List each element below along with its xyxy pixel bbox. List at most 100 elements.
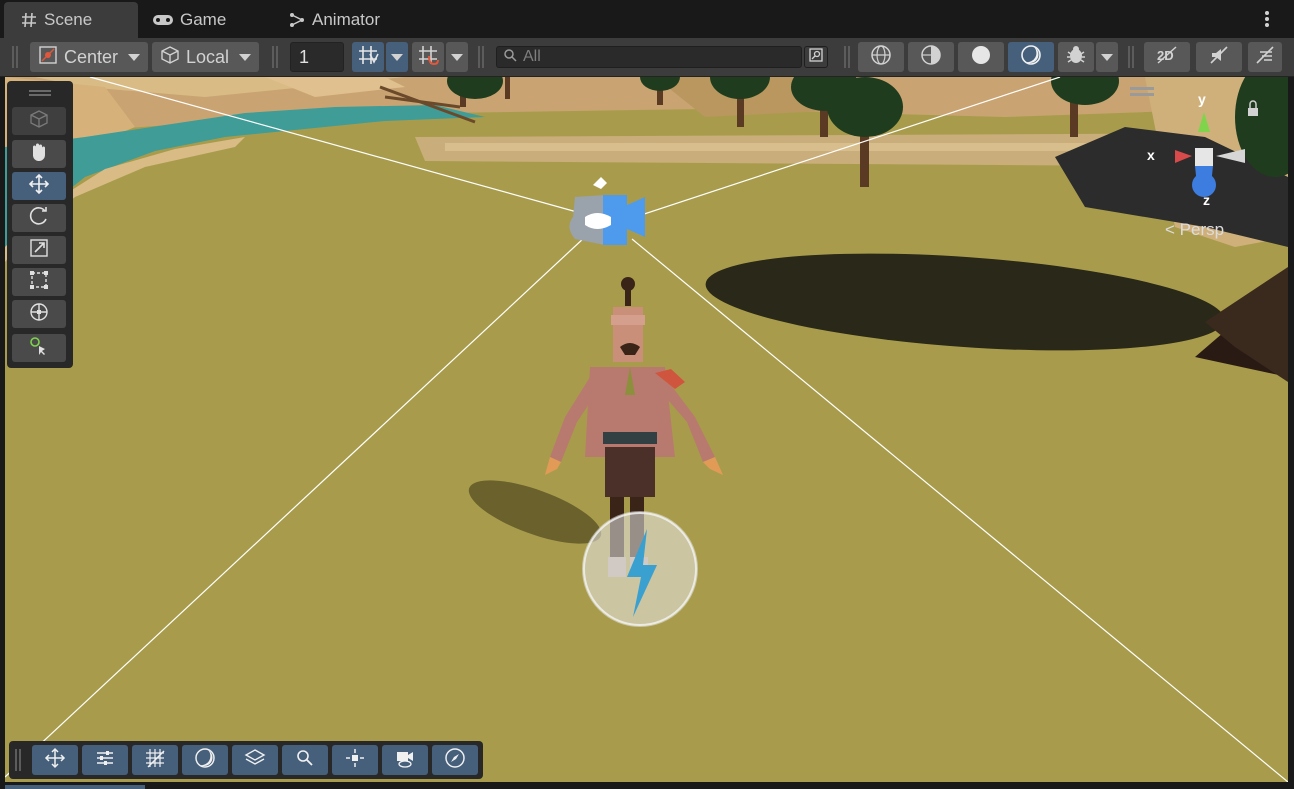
- toolbar-separator: [844, 46, 850, 68]
- shaded-wireframe-icon: [920, 44, 942, 71]
- tab-scene[interactable]: Scene: [4, 2, 138, 38]
- chevron-down-icon: [128, 53, 140, 61]
- grid-snap-icon: [357, 44, 379, 71]
- projection-toggle[interactable]: < Persp: [1165, 220, 1224, 240]
- audio-toggle-button[interactable]: [1196, 42, 1242, 72]
- audio-muted-icon: [1208, 44, 1230, 71]
- chevron-down-icon: [1101, 53, 1113, 61]
- custom-tool-icon: [28, 335, 50, 362]
- layers-overlay-button[interactable]: [232, 745, 278, 775]
- axis-z-label[interactable]: z: [1203, 192, 1210, 208]
- overlay-toolbar: [9, 741, 483, 779]
- hand-tool-button[interactable]: [12, 140, 66, 168]
- pivot-mode-label: Center: [64, 46, 119, 67]
- lighting-moon-icon: [1020, 44, 1042, 71]
- shaded-mode-button[interactable]: [958, 42, 1004, 72]
- grid-icon: [144, 747, 166, 774]
- overlay-grip-line: [29, 94, 51, 96]
- tab-scene-label: Scene: [44, 10, 93, 29]
- debug-draw-dropdown[interactable]: [1096, 42, 1118, 72]
- increment-snap-dropdown[interactable]: [446, 42, 468, 72]
- shaded-sphere-icon: [970, 44, 992, 71]
- camera-eye-icon: [394, 747, 416, 774]
- increment-snap-button[interactable]: [412, 42, 444, 72]
- custom-tool-button[interactable]: [12, 334, 66, 362]
- toolbar-grip[interactable]: [12, 46, 18, 68]
- scene-search-field[interactable]: All: [496, 46, 802, 68]
- pivot-center-icon: [38, 45, 58, 70]
- camera-overlay-button[interactable]: [382, 745, 428, 775]
- search-options-button[interactable]: [804, 46, 828, 68]
- pivot-mode-dropdown[interactable]: Center: [30, 42, 148, 72]
- navigation-overlay-button[interactable]: [432, 745, 478, 775]
- grid-snap-dropdown[interactable]: [386, 42, 408, 72]
- search-overlay-button[interactable]: [282, 745, 328, 775]
- audio-listener-gizmo: [582, 511, 698, 627]
- tool-settings-overlay-button[interactable]: [82, 745, 128, 775]
- chevron-down-icon: [239, 53, 251, 61]
- toolbar-separator: [1128, 46, 1134, 68]
- wireframe-mode-button[interactable]: [858, 42, 904, 72]
- wireframe-sphere-icon: [870, 44, 892, 71]
- bug-icon: [1065, 44, 1087, 71]
- grid-size-value: 1: [299, 46, 310, 67]
- view-tool-button[interactable]: [12, 107, 66, 135]
- rotate-icon: [28, 205, 50, 232]
- lighting-moon-icon: [194, 747, 216, 774]
- sliders-icon: [94, 747, 116, 774]
- overlay-toolbar-grip[interactable]: [15, 749, 21, 771]
- rotate-tool-button[interactable]: [12, 204, 66, 232]
- scale-tool-button[interactable]: [12, 236, 66, 264]
- scale-icon: [28, 237, 50, 264]
- debug-draw-mode-button[interactable]: [1058, 42, 1094, 72]
- axis-y-label[interactable]: y: [1198, 91, 1206, 107]
- layers-icon: [244, 747, 266, 774]
- grid-overlay-button[interactable]: [132, 745, 178, 775]
- cube-icon: [29, 109, 49, 134]
- tab-animator[interactable]: Animator: [288, 2, 380, 38]
- tab-game[interactable]: Game: [152, 2, 226, 38]
- frame-selected-overlay-button[interactable]: [332, 745, 378, 775]
- search-icon: [503, 48, 517, 67]
- rect-transform-icon: [28, 269, 50, 296]
- toolbar-separator: [272, 46, 278, 68]
- overlay-grip[interactable]: [29, 90, 51, 92]
- rect-tool-button[interactable]: [12, 268, 66, 296]
- toolbar-separator: [478, 46, 484, 68]
- grid-snap-button[interactable]: [352, 42, 384, 72]
- search-icon: [295, 748, 315, 773]
- local-cube-icon: [160, 45, 180, 70]
- chevron-left-icon: <: [1165, 220, 1175, 239]
- animator-icon: [288, 11, 306, 29]
- lighting-overlay-button[interactable]: [182, 745, 228, 775]
- increment-snap-icon: [417, 44, 439, 71]
- scene-toolbar: Center Local 1 All: [0, 38, 1294, 77]
- scene-render: [5, 77, 1288, 782]
- chevron-down-icon: [391, 53, 403, 61]
- search-placeholder: All: [523, 48, 541, 65]
- hand-icon: [28, 141, 50, 168]
- shaded-wireframe-mode-button[interactable]: [908, 42, 954, 72]
- effects-toggle-button[interactable]: [1248, 42, 1282, 72]
- tab-game-label: Game: [180, 10, 227, 29]
- frame-selection-icon: [344, 747, 366, 774]
- move-arrows-icon: [28, 173, 50, 200]
- move-overlay-button[interactable]: [32, 745, 78, 775]
- gamepad-icon: [152, 11, 174, 29]
- effects-icon: [1254, 44, 1276, 71]
- lit-mode-button[interactable]: [1008, 42, 1054, 72]
- more-options-icon[interactable]: [1264, 10, 1270, 28]
- tools-overlay: [7, 81, 73, 368]
- 2d-mode-button[interactable]: 2D: [1144, 42, 1190, 72]
- hash-icon: [20, 11, 38, 29]
- selection-indicator-strip: [5, 785, 145, 789]
- projection-label: Persp: [1179, 220, 1225, 239]
- axis-x-label[interactable]: x: [1147, 147, 1155, 163]
- move-tool-button[interactable]: [12, 172, 66, 200]
- transform-tool-button[interactable]: [12, 300, 66, 328]
- search-options-icon: [808, 47, 824, 68]
- pivot-rotation-dropdown[interactable]: Local: [152, 42, 259, 72]
- grid-size-field[interactable]: 1: [290, 42, 344, 72]
- scene-viewport[interactable]: y x z < Persp: [5, 77, 1288, 782]
- move-arrows-icon: [44, 747, 66, 774]
